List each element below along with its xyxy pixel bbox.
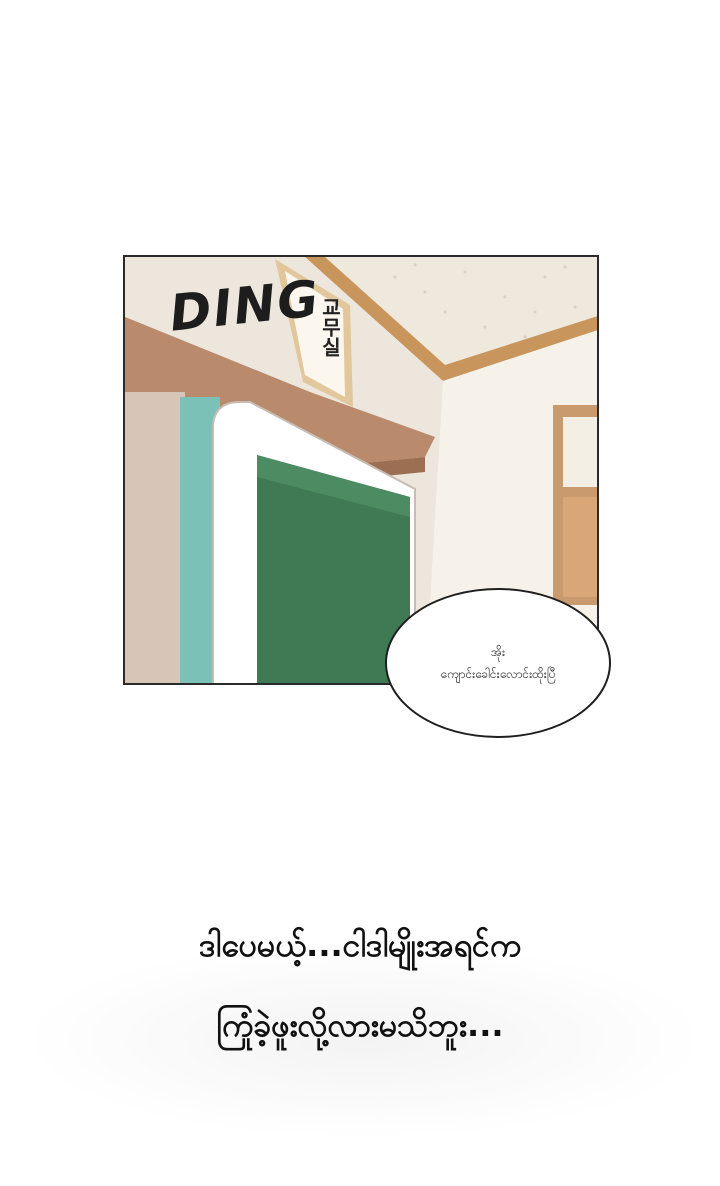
comic-page: DING 교무실 အိုး ကျောင်းခေါင်းလောင်းထိုးပြီ… [0,0,720,1186]
bubble-line-2: ကျောင်းခေါင်းလောင်းထိုးပြီ [440,667,556,681]
plaque-label: 교무실 [318,297,342,357]
window-lower [563,497,597,597]
window-pane [563,417,597,487]
narration-box: ဒါပေမယ့်...ငါဒါမျိုးအရင်က ကြုံခဲ့ဖူးလို့… [0,905,720,1065]
narration-line-2: ကြုံခဲ့ဖူးလို့လားမသိဘူး... [216,1006,504,1044]
narration-line-1: ဒါပေမယ့်...ငါဒါမျိုးအရင်က [198,926,522,964]
bubble-line-1: အိုး [490,645,506,659]
door-left [125,392,185,683]
speech-bubble: အိုး ကျောင်းခေါင်းလောင်းထိုးပြီ [385,588,611,738]
